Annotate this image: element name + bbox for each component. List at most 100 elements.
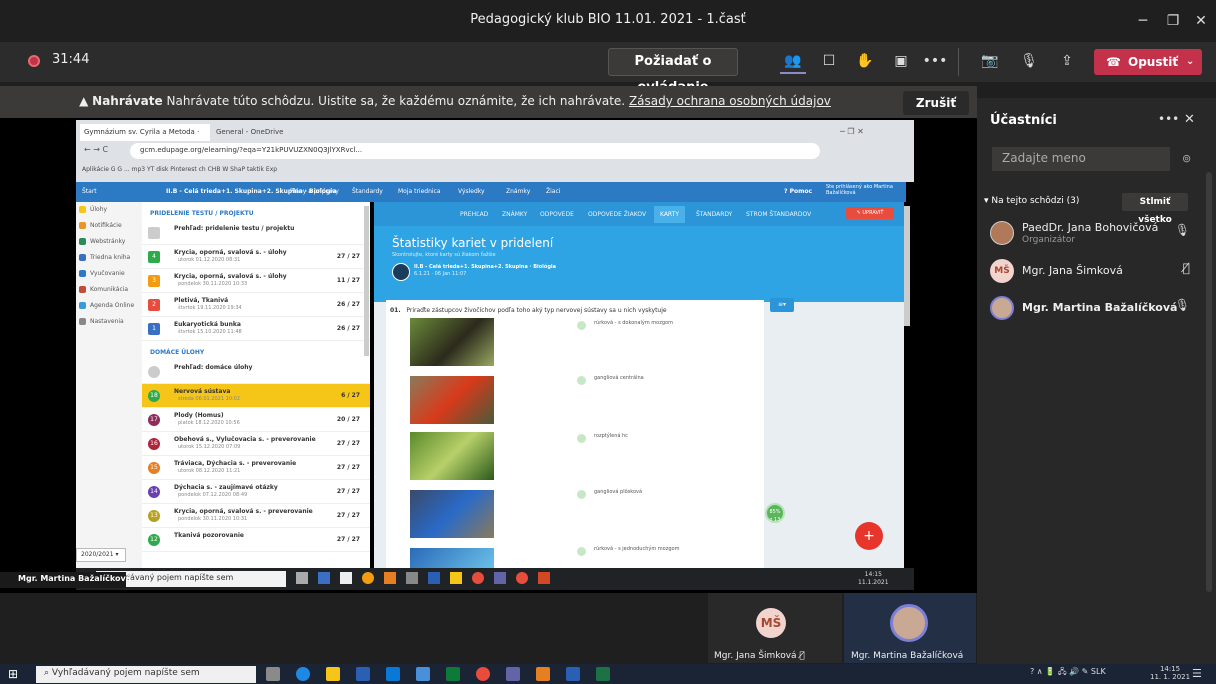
list-item[interactable]: 3 Krycia, oporná, svalová s. - úlohy ponde… [142,269,370,293]
list-item[interactable]: 14 Dýchacia s. - zaujímavé otázky pondelok… [142,480,370,504]
tab-answers[interactable]: ODPOVEDE [540,211,574,218]
avatar [890,604,928,642]
list-item[interactable]: 15 Tráviaca, Dýchacia s. - preverovanie ut… [142,456,370,480]
tab-cards[interactable]: KARTY [654,206,685,223]
sidebar-item-tasks[interactable]: Úlohy [76,202,142,218]
nav-standards[interactable]: Štandardy [352,188,383,195]
tab-grades[interactable]: ZNÁMKY [502,211,527,218]
tab-overview[interactable]: PREHĽAD [460,211,488,218]
mail-icon[interactable] [386,667,400,681]
participant-row[interactable]: Mgr. Martina Bažalíčková 🎙 [990,296,1190,322]
list-item[interactable]: 13 Krycia, oporná, svalová s. - preverova… [142,504,370,528]
excel-icon[interactable] [596,667,610,681]
add-icon[interactable]: + [855,522,883,550]
flatworm-image [410,490,494,538]
list-item[interactable]: 12 Tkanivá pozorovanie 27 / 27 [142,528,370,552]
address-bar[interactable]: gcm.edupage.org/elearning/?eqa=Y21kPUVUZ… [130,143,820,159]
calendar-icon[interactable] [446,667,460,681]
browser-tab-onedrive[interactable]: General - OneDrive [212,124,340,141]
leave-button[interactable]: ☎ Opustiť ⌄ [1094,49,1202,75]
list-item[interactable]: 2 Pletivá, Tkanivá štvrtok 19.11.2020 19:3… [142,293,370,317]
taskview-icon[interactable] [266,667,280,681]
vlc-icon[interactable] [536,667,550,681]
sidebar-item-agenda[interactable]: Agenda Online [76,298,142,314]
option-label: rúrková - s jednoduchým mozgom [594,546,680,552]
taskbar-clock[interactable]: 14:15 11. 1. 2021 [1150,665,1190,681]
breakout-icon[interactable]: ▣ [888,50,914,72]
option-label: rúrková - s dokonalým mozgom [594,320,673,326]
nav-home[interactable]: Štart [82,188,97,195]
photos-icon[interactable] [416,667,430,681]
list-item[interactable]: 1 Eukaryotická bunka štvrtok 15.10.2020 11… [142,317,370,341]
edit-button[interactable]: ✎ UPRAVIŤ [846,207,894,219]
sidebar-item-classbook[interactable]: Triedna kniha [76,250,142,266]
close-icon[interactable]: ✕ [1184,112,1195,127]
nav-help[interactable]: ? Pomoc [784,188,812,195]
participant-search-input[interactable]: Zadajte meno [992,147,1170,171]
stop-recording-button[interactable]: Zrušiť [903,91,969,115]
minimize-icon[interactable]: ─ [1128,8,1158,34]
chrome-icon[interactable] [476,667,490,681]
sidebar-item-communication[interactable]: Komunikácia [76,282,142,298]
raise-hand-icon[interactable]: ✋ [852,50,878,72]
mute-all-button[interactable]: Stlmiť všetko [1122,193,1188,225]
option-label: gangliová plôsková [594,489,643,495]
participant-row[interactable]: PaedDr. Jana Bohovičová Organizátor 🎙 [990,221,1190,251]
nav-my-class[interactable]: Moja triednica [398,188,441,195]
nav-students[interactable]: Žiaci [546,188,560,195]
privacy-link[interactable]: Zásady ochrana osobných údajov [629,94,831,108]
word-icon[interactable] [566,667,580,681]
participants-icon[interactable]: 👥 [780,50,806,74]
share-invite-icon[interactable]: ⊚ [1182,152,1191,165]
question-menu-button[interactable]: ≡▾ [770,298,794,312]
in-meeting-header[interactable]: ▾ Na tejto schôdzi (3) [984,196,1079,206]
panel-scrollbar[interactable] [1206,172,1212,592]
list-item[interactable]: 4 Krycia, oporná, svalová s. - úlohy utoro… [142,245,370,269]
nav-results[interactable]: Výsledky [458,188,485,195]
share-screen-icon[interactable]: ⇪ [1054,50,1080,72]
browser-window-controls-icon[interactable]: ─ ❐ ✕ [840,127,864,136]
camera-off-icon[interactable]: 📷 [976,50,1004,72]
notifications-icon[interactable]: ☰ [1192,667,1202,680]
participant-name: Mgr. Martina Bažalíčková [1022,301,1178,314]
more-options-icon[interactable]: ••• [1158,112,1179,126]
close-icon[interactable]: ✕ [1186,8,1216,34]
nav-grades[interactable]: Známky [506,188,530,195]
list-item[interactable]: Prehľad: pridelenie testu / projektu [142,221,370,245]
edge-icon[interactable] [296,667,310,681]
teams-icon[interactable] [506,667,520,681]
tab-standards-tree[interactable]: STROM ŠTANDARDOV [746,211,811,218]
taskbar-search[interactable]: ⌕ Vyhľadávaný pojem napíšte sem [36,666,256,683]
nav-plans[interactable]: Plány a prípravy [290,188,339,195]
list-item[interactable]: Prehľad: domáce úlohy [142,360,370,384]
sidebar-item-settings[interactable]: Nastavenia [76,314,142,330]
windows-start-icon[interactable]: ⊞ [8,667,24,681]
sidebar-item-web[interactable]: Webstránky [76,234,142,250]
more-options-icon[interactable]: ••• [922,50,948,72]
back-forward-icon[interactable]: ← → C [84,145,108,154]
tab-student-answers[interactable]: ODPOVEDE ŽIAKOV [588,211,646,218]
system-tray[interactable]: ? ∧ 🔋 🖧 🔊 ✎ SLK [1030,666,1106,680]
maximize-icon[interactable]: ❐ [1158,8,1188,34]
list-item[interactable]: 16 Obehová s., Vylučovacia s. - preverova… [142,432,370,456]
microphone-icon[interactable]: 🎙 [1016,50,1042,72]
chrome-icon [516,572,528,584]
browser-tab-edupage[interactable]: Gymnázium sv. Cyrila a Metoda · [80,124,210,141]
folder-icon[interactable] [326,667,340,681]
list-scrollbar[interactable] [364,206,369,356]
request-control-button[interactable]: Požiadať o ovládanie [608,48,738,95]
banner-title: Nahrávate [92,94,163,108]
stats-subtitle: Skontrolujte, ktoré karty sú žiakom ťažš… [392,252,496,258]
content-scrollbar[interactable] [904,206,910,326]
store-icon[interactable] [356,667,370,681]
list-item[interactable]: 17 Plody (Homus) piatok 18.12.2020 10:56 20… [142,408,370,432]
list-item[interactable]: 18 Nervová sústava streda 06.01.2021 10:02… [142,384,370,408]
chat-icon[interactable]: ☐ [816,50,842,72]
year-select[interactable]: 2020/2021 ▾ [76,548,126,562]
tab-standards[interactable]: ŠTANDARDY [696,211,732,218]
warning-icon: ▲ [79,94,89,108]
sidebar-item-notifications[interactable]: Notifikácie [76,218,142,234]
sidebar-item-teaching[interactable]: Vyučovanie [76,266,142,282]
participant-row[interactable]: MŠ Mgr. Jana Šimková 🎙̸ [990,259,1190,285]
chevron-down-icon[interactable]: ⌄ [1186,49,1194,75]
